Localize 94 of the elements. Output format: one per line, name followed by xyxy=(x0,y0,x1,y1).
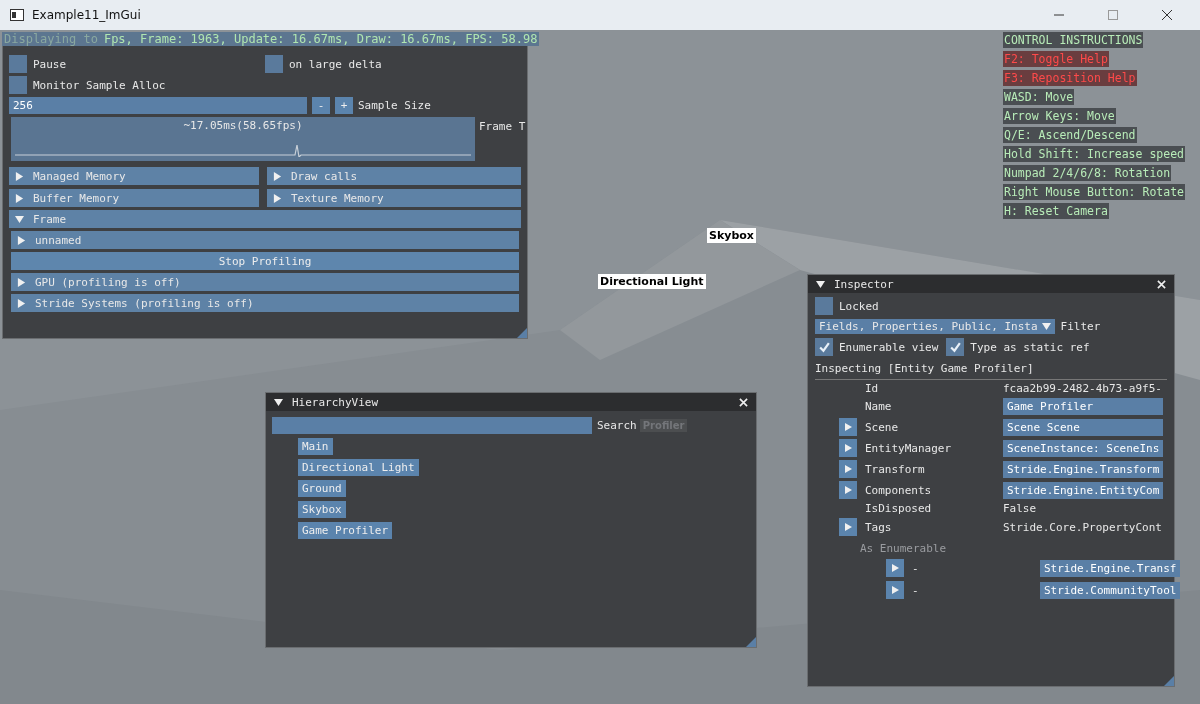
scene-label: Skybox xyxy=(707,228,756,243)
property-name: Id xyxy=(865,382,880,395)
expand-button[interactable] xyxy=(839,418,857,436)
search-label: Search xyxy=(597,419,637,432)
panel-title: HierarchyView xyxy=(292,395,380,409)
checkbox-label: Enumerable view xyxy=(839,340,939,354)
collapsing-header[interactable]: Stride Systems (profiling is off) xyxy=(11,294,519,312)
play-arrow-icon xyxy=(843,422,853,432)
property-value: False xyxy=(1003,502,1038,515)
property-value-field[interactable]: Game Profiler xyxy=(1003,398,1164,415)
play-arrow-icon xyxy=(843,522,853,532)
checkbox[interactable] xyxy=(815,338,833,356)
filter-dropdown[interactable]: Fields, Properties, Public, Insta xyxy=(815,319,1055,334)
collapse-arrow-icon[interactable] xyxy=(274,397,283,407)
resize-grip-icon[interactable] xyxy=(1164,676,1174,686)
checkbox[interactable] xyxy=(265,55,283,73)
item-value-field[interactable]: Stride.CommunityTool xyxy=(1040,581,1181,599)
property-name: IsDisposed xyxy=(865,502,933,515)
plot-overlay-text: ~17.05ms(58.65fps) xyxy=(182,119,304,132)
status-text: Fps, Frame: 1963, Update: 16.67ms, Draw: 16.67ms, FPS: 58.98 xyxy=(103,32,538,46)
property-name: Scene xyxy=(865,420,900,434)
search-field[interactable] xyxy=(272,417,592,434)
expand-arrow-icon[interactable] xyxy=(15,171,24,181)
scene-label: Directional Light xyxy=(598,274,706,289)
collapsing-header[interactable]: Managed Memory xyxy=(9,167,259,185)
property-name: EntityManager xyxy=(865,441,953,455)
collapsing-header[interactable]: Frame xyxy=(9,210,521,228)
property-value-field[interactable]: SceneInstance: SceneIns xyxy=(1003,439,1164,457)
checkbox-label: on large delta xyxy=(289,57,382,71)
play-arrow-icon xyxy=(843,443,853,453)
play-arrow-icon xyxy=(890,585,900,595)
property-name: Name xyxy=(865,400,893,413)
checkbox-label: Monitor Sample Alloc xyxy=(33,78,166,92)
checkbox[interactable] xyxy=(946,338,965,356)
expand-button[interactable] xyxy=(839,439,857,457)
checkbox-label: Pause xyxy=(33,57,67,71)
field-label: Sample Size xyxy=(358,99,431,112)
property-value-field[interactable]: Stride.Engine.Transform xyxy=(1003,460,1164,478)
item-value-field[interactable]: Stride.Engine.Transf xyxy=(1040,559,1181,577)
collapsing-header[interactable]: Buffer Memory xyxy=(9,189,259,207)
play-arrow-icon xyxy=(843,464,853,474)
expand-arrow-icon[interactable] xyxy=(273,193,282,203)
entity-button[interactable]: Directional Light xyxy=(298,459,419,476)
checkbox[interactable] xyxy=(815,297,833,315)
checkbox-label: Type as static ref xyxy=(970,340,1090,354)
panel-title: Inspector xyxy=(834,277,895,291)
collapsing-header[interactable]: Texture Memory xyxy=(267,189,521,207)
property-name: Components xyxy=(865,483,933,497)
dropdown-arrow-icon xyxy=(1041,322,1051,331)
sample-size-field[interactable]: 256 xyxy=(9,97,307,114)
play-arrow-icon xyxy=(890,563,900,573)
expand-arrow-icon[interactable] xyxy=(17,298,26,308)
collapsing-header[interactable]: Draw calls xyxy=(267,167,521,185)
close-icon[interactable] xyxy=(1162,10,1172,20)
expand-arrow-icon[interactable] xyxy=(273,171,282,181)
maximize-icon[interactable] xyxy=(1108,10,1118,20)
property-name: Tags xyxy=(865,520,893,534)
collapse-arrow-icon[interactable] xyxy=(816,279,825,289)
decrement-button[interactable]: - xyxy=(312,97,330,114)
expand-button[interactable] xyxy=(839,518,857,536)
property-value: Stride.Core.PropertyCont xyxy=(1003,520,1163,534)
resize-grip-icon[interactable] xyxy=(746,637,756,647)
field-label: Filter xyxy=(1060,320,1101,333)
entity-button[interactable]: Skybox xyxy=(298,501,346,518)
increment-button[interactable]: + xyxy=(335,97,353,114)
expand-arrow-icon[interactable] xyxy=(15,193,24,203)
property-value: fcaa2b99-2482-4b73-a9f5- xyxy=(1003,382,1163,395)
item-name: - xyxy=(912,583,920,597)
stop-profiling-button[interactable]: Stop Profiling xyxy=(11,252,519,270)
resize-grip-icon[interactable] xyxy=(517,328,527,338)
expand-arrow-icon[interactable] xyxy=(17,235,26,245)
plot-label: Frame T xyxy=(479,119,526,135)
checkbox[interactable] xyxy=(9,55,27,73)
expand-button[interactable] xyxy=(886,559,904,577)
expand-button[interactable] xyxy=(839,481,857,499)
property-value-field[interactable]: Stride.Engine.EntityCom xyxy=(1003,481,1164,499)
collapsing-header[interactable]: GPU (profiling is off) xyxy=(11,273,519,291)
checkbox-label: Locked xyxy=(839,299,879,313)
entity-button[interactable]: Game Profiler xyxy=(298,522,393,539)
item-name: - xyxy=(912,561,920,575)
inspecting-heading: Inspecting [Entity Game Profiler] xyxy=(815,362,1034,375)
expand-button[interactable] xyxy=(886,581,904,599)
expand-arrow-icon[interactable] xyxy=(17,277,26,287)
property-value-field[interactable]: Scene Scene xyxy=(1003,418,1164,436)
section-label: As Enumerable xyxy=(860,542,947,555)
collapsing-header[interactable]: unnamed xyxy=(11,231,519,249)
property-name: Transform xyxy=(865,462,926,476)
expand-button[interactable] xyxy=(839,460,857,478)
entity-button[interactable]: Ground xyxy=(298,480,346,497)
play-arrow-icon xyxy=(843,485,853,495)
app-window-icon xyxy=(10,9,24,21)
window-title: Example11_ImGui xyxy=(32,8,141,22)
entity-button[interactable]: Main xyxy=(298,438,333,455)
checkbox[interactable] xyxy=(9,76,27,94)
